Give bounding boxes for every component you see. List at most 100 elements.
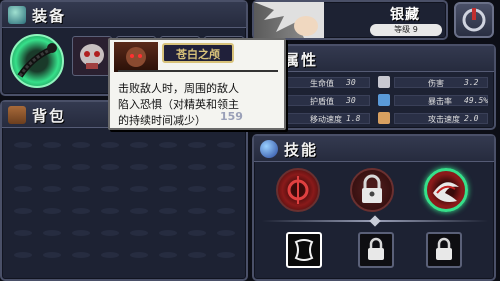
bag-slot[interactable] <box>43 142 61 148</box>
bag-slot[interactable] <box>130 208 148 214</box>
bag-slot[interactable] <box>188 230 206 236</box>
stat-value: 2.0 <box>464 114 479 123</box>
bag-slot[interactable] <box>130 142 148 148</box>
stat-label: 生命值 <box>310 79 334 88</box>
bag-slot[interactable] <box>188 208 206 214</box>
stat-value: 30 <box>346 78 356 87</box>
equipment-header: 装备 <box>2 2 246 28</box>
bag-slot[interactable] <box>101 142 119 148</box>
stat-value: 1.8 <box>346 114 361 123</box>
stat-value: 3.2 <box>464 78 479 87</box>
character-name: 银藏 <box>390 7 420 23</box>
fist-icon <box>378 112 390 124</box>
bag-slot[interactable] <box>14 142 32 148</box>
bag-slot[interactable] <box>72 186 90 192</box>
bag-slot[interactable] <box>217 230 235 236</box>
attributes-panel: 属性 生命值 30 伤害 3.2 护盾值 30 暴击率 49.5% 移动速度 1.8 攻击速度 2.0 <box>252 44 496 130</box>
bag-slot[interactable] <box>72 208 90 214</box>
armor-icon <box>8 6 26 24</box>
bag-slot[interactable] <box>159 230 177 236</box>
bag-slot[interactable] <box>130 164 148 170</box>
skills-title: 技能 <box>284 141 319 159</box>
bag-slot[interactable] <box>14 164 32 170</box>
passive-skill-3-locked[interactable] <box>426 232 462 268</box>
bag-slot[interactable] <box>159 164 177 170</box>
skills-panel: 技能 <box>252 134 496 281</box>
level-text: 等级 9 <box>394 25 418 34</box>
equipment-title: 装备 <box>32 7 67 25</box>
bag-slot[interactable] <box>43 208 61 214</box>
bag-slot[interactable] <box>14 230 32 236</box>
bag-slot[interactable] <box>101 208 119 214</box>
bag-slot[interactable] <box>130 252 148 258</box>
tooltip-item-name: 苍白之颅 <box>176 48 220 61</box>
lock-icon <box>368 237 384 260</box>
stat-label: 护盾值 <box>310 97 334 106</box>
attributes-title: 属性 <box>284 51 319 69</box>
passive-skill-1[interactable] <box>286 232 322 268</box>
active-skill-2-locked[interactable] <box>350 168 394 212</box>
item-tooltip: 苍白之颅 击败敌人时，周围的敌人 陷入恐惧（对精英和领主 的持续时间减少） <box>108 38 286 130</box>
tooltip-name-plate: 苍白之颅 <box>162 43 234 63</box>
bag-slot[interactable] <box>101 186 119 192</box>
divider-ornament <box>369 215 381 227</box>
lock-icon <box>436 237 452 260</box>
bag-slot[interactable] <box>43 186 61 192</box>
bag-slot[interactable] <box>188 164 206 170</box>
bag-title: 背包 <box>32 107 67 125</box>
tooltip-line-decor <box>118 70 278 72</box>
bag-slot[interactable] <box>217 252 235 258</box>
bag-slot[interactable] <box>101 164 119 170</box>
stats-grid: 生命值 30 伤害 3.2 护盾值 30 暴击率 49.5% 移动速度 1.8 攻击速度 2.0 <box>254 74 494 128</box>
bag-slot[interactable] <box>217 186 235 192</box>
bag-slot[interactable] <box>159 186 177 192</box>
orb-icon <box>260 140 278 158</box>
bag-slot[interactable] <box>130 230 148 236</box>
bag-slot[interactable] <box>217 142 235 148</box>
bag-slot[interactable] <box>14 208 32 214</box>
bag-slot[interactable] <box>130 186 148 192</box>
pale-skull-icon <box>126 47 146 67</box>
bag-slot[interactable] <box>188 252 206 258</box>
stat-label: 伤害 <box>428 79 444 88</box>
lock-icon <box>362 174 382 203</box>
active-skill-1[interactable] <box>276 168 320 212</box>
bag-grid <box>2 132 246 278</box>
bag-slot[interactable] <box>188 142 206 148</box>
bag-slot[interactable] <box>43 230 61 236</box>
bag-slot[interactable] <box>14 252 32 258</box>
stat-label: 攻击速度 <box>428 115 460 124</box>
flail-weapon-icon <box>17 43 57 78</box>
bag-slot[interactable] <box>72 252 90 258</box>
bag-slot[interactable] <box>43 164 61 170</box>
power-exit-icon <box>462 8 486 32</box>
stat-value: 49.5% <box>464 96 489 105</box>
bag-slot[interactable] <box>159 142 177 148</box>
bag-slot[interactable] <box>159 252 177 258</box>
active-skill-3[interactable] <box>424 168 468 212</box>
bag-count: 159 <box>220 110 243 123</box>
bag-slot[interactable] <box>72 164 90 170</box>
exit-button[interactable] <box>454 2 494 38</box>
bag-slot[interactable] <box>43 252 61 258</box>
red-sigil-icon <box>287 176 309 204</box>
stat-label: 暴击率 <box>428 97 452 106</box>
bag-slot[interactable] <box>217 164 235 170</box>
tooltip-item-icon <box>114 42 158 72</box>
tooltip-desc-1: 击败敌人时，周围的敌人 <box>118 82 239 95</box>
bag-slot[interactable] <box>72 230 90 236</box>
scroll-icon <box>294 239 314 261</box>
white-hair-face-icon <box>254 2 324 38</box>
helmet-slot[interactable] <box>72 36 112 76</box>
eye-icon <box>378 94 390 106</box>
backpack-icon <box>8 106 26 124</box>
bag-slot[interactable] <box>217 208 235 214</box>
passive-skill-2-locked[interactable] <box>358 232 394 268</box>
bag-slot[interactable] <box>14 186 32 192</box>
bag-slot[interactable] <box>159 208 177 214</box>
bag-slot[interactable] <box>101 230 119 236</box>
bag-slot[interactable] <box>101 252 119 258</box>
bag-slot[interactable] <box>188 186 206 192</box>
weapon-slot[interactable] <box>10 34 64 88</box>
bag-slot[interactable] <box>72 142 90 148</box>
